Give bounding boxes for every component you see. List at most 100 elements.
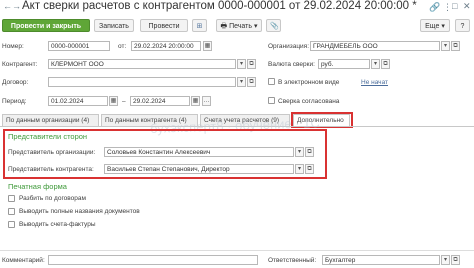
period-dash: – <box>122 98 126 105</box>
print-form-title: Печатная форма <box>8 182 67 191</box>
save-button[interactable]: Записать <box>94 19 134 32</box>
calendar-icon: ▦ <box>110 98 117 104</box>
contract-dropdown-button[interactable]: ▾ <box>237 77 246 87</box>
date-input[interactable]: 29.02.2024 20:00:00 <box>131 41 201 51</box>
chevron-down-icon: ▾ <box>443 43 447 49</box>
counterparty-open-button[interactable]: ⧉ <box>247 59 256 69</box>
organization-dropdown-button[interactable]: ▾ <box>441 41 450 51</box>
attach-button[interactable]: 📎 <box>266 19 281 32</box>
tab-counterparty-data[interactable]: По данным контрагента (4) <box>101 114 198 126</box>
tab-accounts[interactable]: Счета учета расчетов (9) <box>200 114 290 126</box>
open-icon: ⧉ <box>249 79 254 85</box>
number-input[interactable]: 0000-000001 <box>48 41 110 51</box>
cp-representative-dropdown-button[interactable]: ▾ <box>295 164 304 174</box>
period-label: Период: <box>2 98 27 105</box>
electronic-status-link[interactable]: Не начат <box>361 79 388 86</box>
open-icon: ⧉ <box>249 61 254 67</box>
currency-label: Валюта сверки: <box>268 61 315 68</box>
invoices-label: Выводить счета-фактуры <box>19 221 96 228</box>
currency-open-button[interactable]: ⧉ <box>381 59 390 69</box>
calendar-icon: ▦ <box>192 98 199 104</box>
counterparty-input[interactable]: КЛЕРМОНТ ООО <box>48 59 236 69</box>
chevron-down-icon: ▾ <box>297 149 301 155</box>
open-icon: ⧉ <box>453 43 458 49</box>
period-to-input[interactable]: 29.02.2024 <box>130 96 190 106</box>
date-from-label: от: <box>118 43 127 50</box>
tab-org-data[interactable]: По данным организации (4) <box>2 114 99 126</box>
contract-input[interactable] <box>48 77 236 87</box>
chevron-down-icon: ▾ <box>253 23 258 30</box>
period-to-calendar-button[interactable]: ▦ <box>191 96 200 106</box>
window-title: Акт сверки расчетов с контрагентом 0000-… <box>22 0 417 12</box>
back-arrow-icon[interactable]: ← <box>3 2 12 11</box>
responsible-open-button[interactable]: ⧉ <box>451 255 460 265</box>
link-icon[interactable]: 🔗 <box>429 3 440 12</box>
comment-label: Комментарий: <box>2 257 45 264</box>
representatives-title: Представители сторон <box>8 132 88 141</box>
more-vertical-icon[interactable]: ⋮ <box>443 3 452 12</box>
org-representative-label: Представитель организации: <box>8 149 96 156</box>
help-button[interactable]: ? <box>455 19 470 32</box>
period-from-input[interactable]: 01.02.2024 <box>48 96 108 106</box>
agreed-checkbox[interactable] <box>268 97 275 104</box>
electronic-checkbox[interactable] <box>268 78 275 85</box>
org-representative-dropdown-button[interactable]: ▾ <box>295 147 304 157</box>
responsible-label: Ответственный: <box>268 257 317 264</box>
open-icon: ⧉ <box>383 61 388 67</box>
paperclip-icon: 📎 <box>270 23 279 30</box>
doc-structure-icon: ⊞ <box>196 23 203 30</box>
calendar-icon: ▦ <box>204 43 211 49</box>
comment-input[interactable] <box>48 255 258 265</box>
responsible-dropdown-button[interactable]: ▾ <box>441 255 450 265</box>
agreed-label: Сверка согласована <box>278 98 340 105</box>
chevron-down-icon: ▾ <box>297 166 301 172</box>
post-button[interactable]: Провести <box>140 19 188 32</box>
contract-label: Договор: <box>2 79 29 86</box>
counterparty-label: Контрагент: <box>2 61 38 68</box>
post-and-close-button[interactable]: Провести и закрыть <box>2 19 90 32</box>
split-by-contracts-label: Разбить по договорам <box>19 195 86 202</box>
responsible-input[interactable]: Бухгалтер <box>322 255 440 265</box>
org-representative-open-button[interactable]: ⧉ <box>305 147 314 157</box>
currency-dropdown-button[interactable]: ▾ <box>371 59 380 69</box>
chevron-down-icon: ▾ <box>239 61 243 67</box>
cp-representative-input[interactable]: Васильев Степан Степанович, Директор <box>104 164 294 174</box>
chevron-down-icon: ▾ <box>239 79 243 85</box>
organization-label: Организация: <box>268 43 310 50</box>
full-doc-names-label: Выводить полные названия документов <box>19 208 140 215</box>
print-button-label: Печать <box>229 23 253 30</box>
electronic-label: В электронном виде <box>278 79 340 86</box>
footer-divider <box>0 250 474 251</box>
invoices-checkbox[interactable] <box>8 221 15 228</box>
tab-content-divider <box>0 126 474 127</box>
org-representative-input[interactable]: Соловьев Константин Алексеевич <box>104 147 294 157</box>
organization-open-button[interactable]: ⧉ <box>451 41 460 51</box>
counterparty-dropdown-button[interactable]: ▾ <box>237 59 246 69</box>
period-from-calendar-button[interactable]: ▦ <box>109 96 118 106</box>
full-doc-names-checkbox[interactable] <box>8 208 15 215</box>
close-icon[interactable]: ✕ <box>463 2 471 11</box>
chevron-down-icon: ▾ <box>373 61 377 67</box>
open-icon: ⧉ <box>307 149 312 155</box>
period-select-button[interactable]: … <box>202 96 211 106</box>
maximize-icon[interactable]: □ <box>452 2 457 11</box>
cp-representative-open-button[interactable]: ⧉ <box>305 164 314 174</box>
split-by-contracts-checkbox[interactable] <box>8 195 15 202</box>
print-button[interactable]: 🖶 Печать ▾ <box>216 19 262 32</box>
more-button[interactable]: Еще ▾ <box>420 19 450 32</box>
printer-icon: 🖶 <box>220 23 228 30</box>
calendar-button[interactable]: ▦ <box>203 41 212 51</box>
doc-structure-button[interactable]: ⊞ <box>192 19 207 32</box>
number-label: Номер: <box>2 43 24 50</box>
ellipsis-icon: … <box>203 98 210 104</box>
chevron-down-icon: ▾ <box>443 257 447 263</box>
open-icon: ⧉ <box>453 257 458 263</box>
contract-open-button[interactable]: ⧉ <box>247 77 256 87</box>
currency-input[interactable]: руб. <box>318 59 370 69</box>
forward-arrow-icon[interactable]: → <box>12 2 21 11</box>
more-button-label: Еще <box>425 23 440 30</box>
organization-input[interactable]: ГРАНДМЕБЕЛЬ ООО <box>310 41 440 51</box>
cp-representative-label: Представитель контрагента: <box>8 166 94 173</box>
chevron-down-icon: ▾ <box>441 23 445 30</box>
open-icon: ⧉ <box>307 166 312 172</box>
